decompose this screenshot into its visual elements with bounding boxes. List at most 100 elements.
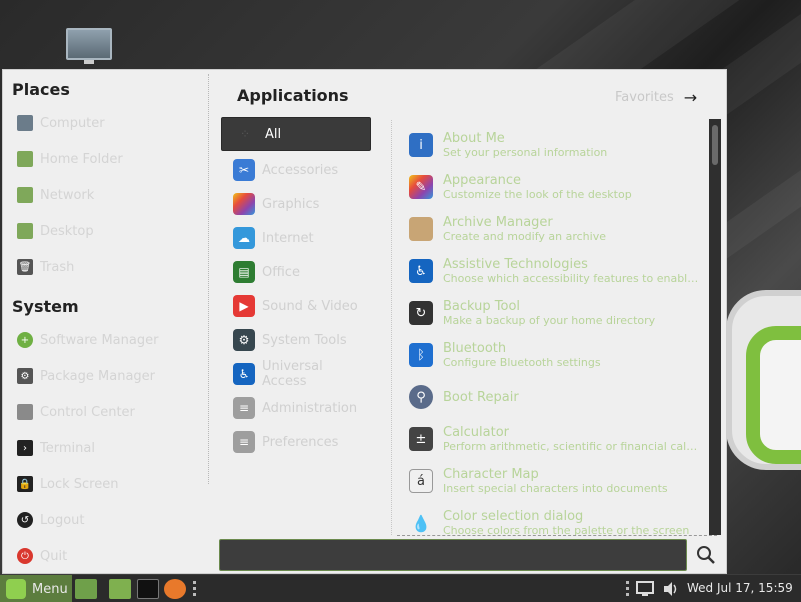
app-name: Bluetooth — [443, 341, 507, 356]
app-description: Create and modify an archive — [443, 230, 606, 243]
favorites-button[interactable]: Favorites → — [615, 88, 697, 107]
clock[interactable]: Wed Jul 17, 15:59 — [687, 581, 793, 595]
system-item-label: Logout — [40, 512, 85, 528]
category-label: Universal Access — [262, 359, 323, 389]
app-assistive-technologies[interactable]: ♿ Assistive Technologies Choose which acc… — [409, 250, 705, 292]
trash-icon: 🗑 — [17, 259, 33, 275]
app-backup-tool[interactable]: ↻ Backup Tool Make a backup of your home … — [409, 292, 705, 334]
category-administration[interactable]: ≡ Administration — [221, 391, 371, 425]
application-menu: Places Computer Home Folder Network Desk… — [2, 69, 727, 574]
character-map-icon: á — [409, 469, 433, 493]
places-item-computer[interactable]: Computer — [17, 110, 202, 136]
app-name: About Me — [443, 131, 505, 146]
app-name: Color selection dialog — [443, 509, 584, 524]
application-list: i About Me Set your personal information … — [409, 120, 705, 535]
app-description: Choose colors from the palette or the sc… — [443, 524, 690, 535]
category-office[interactable]: ▤ Office — [221, 255, 371, 289]
category-label: Internet — [262, 230, 314, 246]
system-item-control-center[interactable]: Control Center — [17, 399, 202, 425]
boot-repair-icon: ⚲ — [409, 385, 433, 409]
app-list-scrollbar[interactable] — [709, 119, 721, 535]
system-item-terminal[interactable]: › Terminal — [17, 435, 202, 461]
category-divider — [391, 120, 392, 535]
system-title: System — [12, 297, 79, 316]
category-system-tools[interactable]: ⚙ System Tools — [221, 323, 371, 357]
system-item-package-manager[interactable]: ⚙ Package Manager — [17, 363, 202, 389]
app-name: Boot Repair — [443, 389, 519, 405]
app-archive-manager[interactable]: Archive Manager Create and modify an arch… — [409, 208, 705, 250]
terminal-launcher-icon[interactable] — [137, 579, 159, 599]
app-name: Appearance — [443, 173, 522, 188]
app-appearance[interactable]: ✎ Appearance Customize the look of the de… — [409, 166, 705, 208]
app-name: Backup Tool — [443, 299, 521, 314]
scissors-icon: ✂ — [233, 159, 255, 181]
app-color-selection-dialog[interactable]: 💧 Color selection dialog Choose colors fr… — [409, 502, 705, 535]
system-item-label: Terminal — [40, 440, 95, 456]
accessibility-icon: ♿ — [233, 363, 255, 385]
applications-title: Applications — [237, 86, 349, 105]
places-item-label: Network — [40, 187, 95, 203]
list-bottom-border — [397, 535, 717, 536]
office-icon: ▤ — [233, 261, 255, 283]
scrollbar-thumb[interactable] — [712, 125, 718, 165]
places-item-home-folder[interactable]: Home Folder — [17, 146, 202, 172]
category-universal-access[interactable]: ♿ Universal Access — [221, 357, 371, 391]
search-input[interactable] — [219, 539, 687, 571]
search-icon[interactable] — [695, 544, 717, 566]
terminal-icon: › — [17, 440, 33, 456]
system-item-quit[interactable]: ⏻ Quit — [17, 543, 202, 569]
all-icon: ⁘ — [239, 127, 251, 141]
system-item-lock-screen[interactable]: 🔒 Lock Screen — [17, 471, 202, 497]
system-item-label: Software Manager — [40, 332, 159, 348]
category-label: System Tools — [262, 332, 347, 348]
places-item-label: Computer — [40, 115, 105, 131]
places-item-label: Home Folder — [40, 151, 123, 167]
taskbar: Menu Wed Jul 17, 15:59 — [0, 574, 801, 602]
volume-icon[interactable] — [662, 580, 680, 598]
mint-logo-wallpaper — [726, 290, 801, 470]
category-graphics[interactable]: Graphics — [221, 187, 371, 221]
cloud-icon: ☁ — [233, 227, 255, 249]
computer-desktop-icon[interactable] — [66, 28, 112, 68]
system-item-label: Quit — [40, 548, 68, 564]
category-all[interactable]: ⁘ All — [221, 117, 371, 151]
category-internet[interactable]: ☁ Internet — [221, 221, 371, 255]
play-icon: ▶ — [233, 295, 255, 317]
app-about-me[interactable]: i About Me Set your personal information — [409, 124, 705, 166]
lock-icon: 🔒 — [17, 476, 33, 492]
system-item-logout[interactable]: ↺ Logout — [17, 507, 202, 533]
menu-sidebar: Places Computer Home Folder Network Desk… — [3, 70, 210, 575]
app-name: Calculator — [443, 425, 510, 440]
system-item-software-manager[interactable]: + Software Manager — [17, 327, 202, 353]
app-calculator[interactable]: ± Calculator Perform arithmetic, scientif… — [409, 418, 705, 460]
file-manager-icon[interactable] — [109, 579, 131, 599]
category-label: Preferences — [262, 434, 339, 450]
category-preferences[interactable]: ≡ Preferences — [221, 425, 371, 459]
places-item-network[interactable]: Network — [17, 182, 202, 208]
places-item-trash[interactable]: 🗑 Trash — [17, 254, 202, 280]
app-boot-repair[interactable]: ⚲ Boot Repair — [409, 376, 705, 418]
system-item-label: Package Manager — [40, 368, 156, 384]
category-accessories[interactable]: ✂ Accessories — [221, 153, 371, 187]
app-character-map[interactable]: á Character Map Insert special characters… — [409, 460, 705, 502]
accessibility-icon: ♿ — [409, 259, 433, 283]
firefox-icon[interactable] — [164, 579, 186, 599]
system-tools-icon: ⚙ — [233, 329, 255, 351]
menu-button[interactable]: Menu — [0, 575, 72, 602]
home-folder-icon — [17, 151, 33, 167]
desktop-folder-icon — [17, 223, 33, 239]
places-item-desktop[interactable]: Desktop — [17, 218, 202, 244]
calculator-icon: ± — [409, 427, 433, 451]
category-sound-video[interactable]: ▶ Sound & Video — [221, 289, 371, 323]
taskbar-separator — [193, 581, 196, 597]
app-name: Character Map — [443, 467, 539, 482]
bluetooth-icon: ᛒ — [409, 343, 433, 367]
show-desktop-icon[interactable] — [75, 579, 97, 599]
app-bluetooth[interactable]: ᛒ Bluetooth Configure Bluetooth settings — [409, 334, 705, 376]
app-description: Perform arithmetic, scientific or financ… — [443, 440, 701, 453]
appearance-icon: ✎ — [409, 175, 433, 199]
category-label: Office — [262, 264, 300, 280]
archive-icon — [409, 217, 433, 241]
logout-icon: ↺ — [17, 512, 33, 528]
network-monitor-icon[interactable] — [636, 580, 654, 598]
